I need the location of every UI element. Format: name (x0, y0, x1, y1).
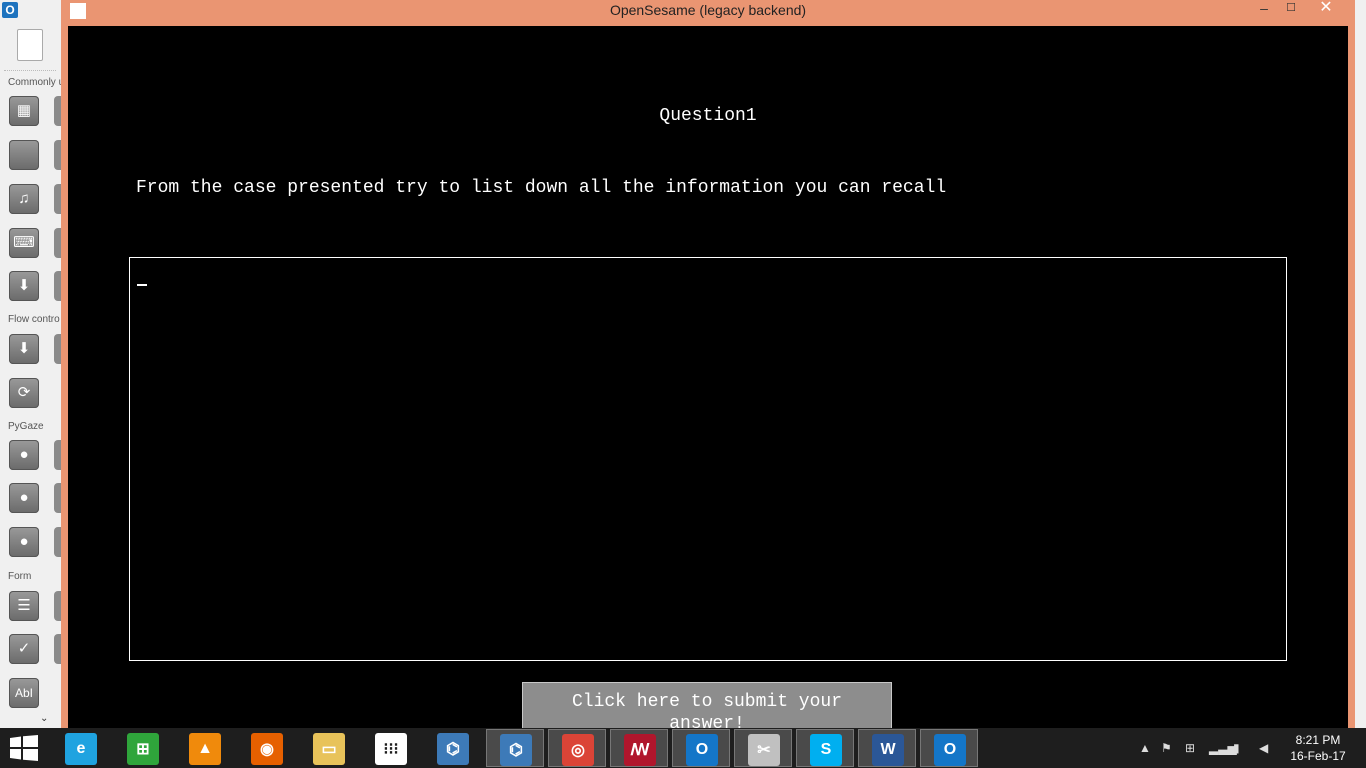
loop-icon[interactable]: ⟳ (9, 378, 39, 408)
taskbar-app-internet-explorer[interactable]: e (52, 729, 110, 767)
section-form: Form (8, 571, 32, 582)
text-cursor (137, 272, 147, 286)
maximize-button[interactable]: ☐ (1276, 0, 1306, 18)
taskbar-app-mendeley[interactable]: ꟿ (610, 729, 668, 767)
opensesame-running-icon: O (934, 734, 966, 766)
form-checkbox-icon[interactable]: ✓ (9, 634, 39, 664)
skype-icon: S (810, 734, 842, 766)
opensesame-app-icon[interactable]: O (2, 2, 18, 18)
apps-grid-icon: ⁝⁝⁝ (375, 733, 407, 765)
form-text-input-icon[interactable]: AbI (9, 678, 39, 708)
taskbar-app-opensesame-running[interactable]: O (920, 729, 978, 767)
mendeley-icon: ꟿ (624, 734, 656, 766)
clock-time: 8:21 PM (1295, 733, 1341, 747)
pygaze-init-icon[interactable]: ● (9, 440, 39, 470)
submit-button[interactable]: Click here to submit your answer! (522, 682, 892, 728)
table-loop-icon[interactable]: ▦ (9, 96, 39, 126)
taskbar: e ⊞ ▲ ◉ ▭ ⁝⁝⁝ ⌬ ⌬ ◎ ꟿ O ✂ S W O ▲ ⚑ ⊞ ▂▃▅ ▮ ◀ 8:21 PM … (0, 728, 1366, 768)
taskbar-app-firefox[interactable]: ◉ (238, 729, 296, 767)
taskbar-app-word[interactable]: W (858, 729, 916, 767)
store-icon: ⊞ (127, 733, 159, 765)
taskbar-app-snipping-tool[interactable]: ✂ (734, 729, 792, 767)
submit-label-line1: Click here to submit your (571, 692, 843, 712)
form-base-icon[interactable]: ☰ (9, 591, 39, 621)
internet-explorer-icon: e (65, 733, 97, 765)
windows-icon[interactable]: ⊞ (1185, 741, 1195, 755)
answer-text-input[interactable] (129, 257, 1287, 661)
experiment-canvas: Question1 From the case presented try to… (68, 26, 1348, 728)
title-bar[interactable]: OpenSesame (legacy backend) – ☐ ✕ (61, 0, 1355, 26)
section-flow-control: Flow contro (8, 314, 60, 325)
pygaze-log-icon[interactable]: ● (9, 483, 39, 513)
opensesame-runtime-window: OpenSesame (legacy backend) – ☐ ✕ Questi… (61, 0, 1355, 728)
right-window-edge (1355, 0, 1366, 728)
section-commonly-used: Commonly u (8, 77, 65, 88)
file-explorer-icon: ▭ (313, 733, 345, 765)
clock[interactable]: 8:21 PM 16-Feb-17 (1286, 732, 1350, 764)
question-text: From the case presented try to list down… (136, 178, 947, 198)
clock-date: 16-Feb-17 (1290, 749, 1346, 763)
taskbar-app-apps-grid[interactable]: ⁝⁝⁝ (362, 729, 420, 767)
taskbar-app-store[interactable]: ⊞ (114, 729, 172, 767)
window-title: OpenSesame (legacy backend) (609, 2, 807, 18)
volume-icon[interactable]: ◀ (1259, 741, 1268, 755)
opensesame-icon: O (686, 734, 718, 766)
python-idle-icon: ⌬ (500, 734, 532, 766)
vlc-icon: ▲ (189, 733, 221, 765)
background-app-panel: O Commonly u ▦ ♫ ⌨ ⬇ Flow contro ⬇ ⟳ PyG… (0, 0, 65, 728)
sequence-icon[interactable]: ⬇ (9, 334, 39, 364)
taskbar-app-chrome[interactable]: ◎ (548, 729, 606, 767)
close-button[interactable]: ✕ (1311, 0, 1341, 18)
battery-icon[interactable]: ▮ (1233, 741, 1240, 755)
snipping-tool-icon: ✂ (748, 734, 780, 766)
taskbar-app-vlc[interactable]: ▲ (176, 729, 234, 767)
taskbar-app-python[interactable]: ⌬ (424, 729, 482, 767)
taskbar-app-python-idle[interactable]: ⌬ (486, 729, 544, 767)
windows-start-icon[interactable] (10, 735, 38, 761)
submit-label-line2: answer! (669, 714, 745, 728)
word-icon: W (872, 734, 904, 766)
sampler-icon[interactable]: ♫ (9, 184, 39, 214)
python-icon: ⌬ (437, 733, 469, 765)
firefox-icon: ◉ (251, 733, 283, 765)
toolbar-divider (4, 70, 56, 71)
section-pygaze: PyGaze (8, 421, 44, 432)
chevron-down-icon[interactable]: ⌄ (40, 713, 48, 724)
keyboard-response-icon[interactable]: ⌨ (9, 228, 39, 258)
taskbar-app-opensesame[interactable]: O (672, 729, 730, 767)
question-title: Question1 (659, 106, 757, 126)
new-file-icon[interactable] (17, 29, 43, 61)
flag-icon[interactable]: ⚑ (1161, 741, 1172, 755)
system-tray: ▲ ⚑ ⊞ ▂▃▅ ▮ ◀ (1135, 728, 1285, 768)
pygaze-drift-correct-icon[interactable]: ● (9, 527, 39, 557)
chrome-icon: ◎ (562, 734, 594, 766)
chevron-up-icon[interactable]: ▲ (1139, 741, 1151, 755)
minimize-button[interactable]: – (1249, 0, 1279, 18)
sketchpad-icon[interactable] (9, 140, 39, 170)
taskbar-app-file-explorer[interactable]: ▭ (300, 729, 358, 767)
logger-icon[interactable]: ⬇ (9, 271, 39, 301)
taskbar-app-skype[interactable]: S (796, 729, 854, 767)
